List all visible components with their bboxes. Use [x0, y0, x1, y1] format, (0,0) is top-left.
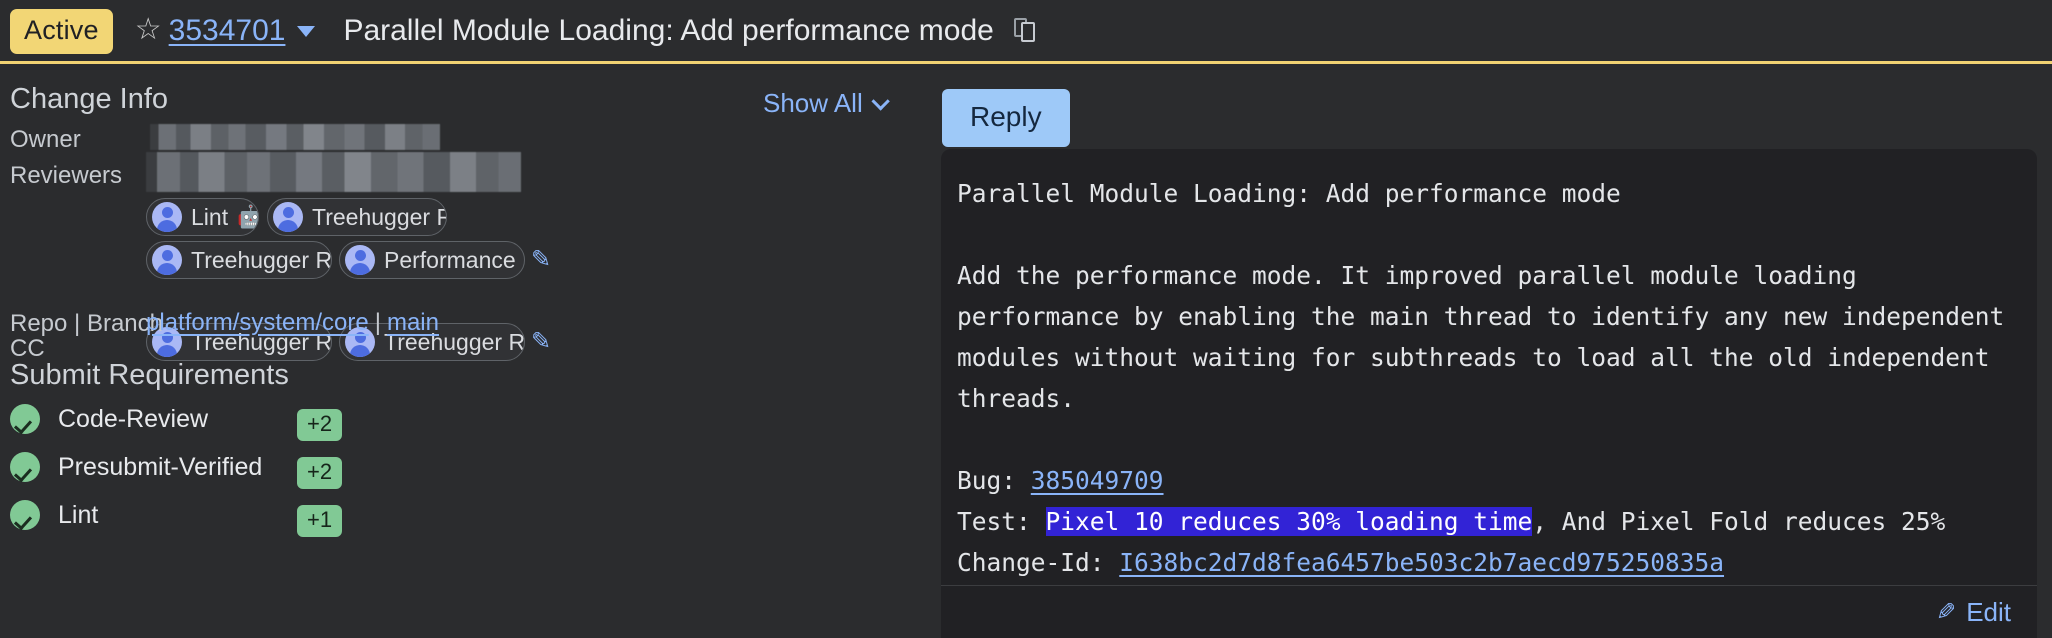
change-header: Active ☆ 3534701 Parallel Module Loading… [0, 0, 2052, 62]
show-all-toggle[interactable]: Show All [763, 88, 890, 119]
repo-link[interactable]: platform/system/core [146, 309, 369, 336]
chevron-down-icon [871, 92, 890, 111]
avatar [152, 245, 182, 275]
test-remaining-text: , And Pixel Fold reduces 25% [1532, 507, 1946, 536]
submit-requirement-name: Lint [58, 500, 99, 529]
change-info-title: Change Info [10, 83, 169, 115]
submit-requirement-row[interactable]: Code-Review [10, 404, 208, 434]
check-circle-icon [10, 500, 40, 530]
commit-message-footer: ✎ Edit [941, 585, 2037, 638]
commit-body-line-1: Add the performance mode. It improved pa… [957, 261, 1857, 290]
submit-requirement-name: Presubmit-Verified [58, 452, 263, 481]
reviewer-chip-label: Treehugger R... [191, 246, 332, 273]
repo-branch-separator: | [374, 309, 381, 336]
change-detail-page: Active ☆ 3534701 Parallel Module Loading… [0, 0, 2052, 638]
show-all-label: Show All [763, 88, 863, 118]
reviewers-value-redacted [146, 152, 521, 192]
avatar [345, 245, 375, 275]
avatar [273, 202, 303, 232]
commit-body-line-4: threads. [957, 384, 1076, 413]
check-circle-icon [10, 404, 40, 434]
status-badge[interactable]: Active [10, 8, 113, 54]
bug-link[interactable]: 385049709 [1031, 466, 1164, 495]
change-id-link[interactable]: I638bc2d7d8fea6457be503c2b7aecd975250835… [1119, 548, 1724, 577]
commit-body-line-3: modules without waiting for subthreads t… [957, 343, 1990, 372]
avatar [152, 202, 182, 232]
change-info-panel: Change Info Show All Owner Reviewers Lin… [0, 64, 890, 638]
reviewer-chip-label: Performance ... [384, 246, 524, 273]
edit-commit-message-link[interactable]: Edit [1966, 597, 2011, 628]
commit-subject: Parallel Module Loading: Add performance… [957, 179, 1621, 208]
bug-label: Bug: [957, 466, 1031, 495]
test-label: Test: [957, 507, 1046, 536]
branch-link[interactable]: main [387, 309, 439, 336]
submit-requirement-score: +2 [297, 409, 343, 441]
robot-icon: 🤖 [237, 204, 258, 230]
star-outline-icon[interactable]: ☆ [135, 15, 162, 45]
repo-branch-label: Repo | Branch [10, 310, 163, 337]
submit-requirement-name: Code-Review [58, 404, 209, 433]
pencil-icon[interactable]: ✎ [1936, 598, 1956, 627]
check-circle-icon [10, 452, 40, 482]
commit-message-panel: Parallel Module Loading: Add performance… [941, 149, 2037, 638]
reviewer-chip-treehugger-2[interactable]: Treehugger R... [146, 241, 332, 279]
commit-message-text: Parallel Module Loading: Add performance… [957, 173, 2027, 624]
chevron-down-icon[interactable] [297, 25, 316, 37]
owner-value-redacted [150, 124, 440, 150]
test-selected-text: Pixel 10 reduces 30% loading time [1045, 507, 1533, 536]
owner-label: Owner [10, 126, 81, 153]
copy-icon-front [1020, 22, 1035, 42]
commit-body-line-2: performance by enabling the main thread … [957, 302, 2005, 331]
reviewer-chip-lint[interactable]: Lint 🤖 [146, 198, 259, 236]
reviewer-chip-label: Treehugger R... [312, 203, 446, 230]
edit-reviewers-pencil-icon[interactable]: ✎ [531, 247, 557, 273]
reviewer-chip-performance[interactable]: Performance ... [339, 241, 525, 279]
submit-requirements-title: Submit Requirements [10, 359, 289, 391]
reviewer-chip-treehugger-1[interactable]: Treehugger R... [267, 198, 447, 236]
page-title: Parallel Module Loading: Add performance… [343, 14, 994, 47]
change-id-label: Change-Id: [957, 548, 1120, 577]
reviewer-chip-label: Lint [191, 203, 229, 230]
edit-cc-pencil-icon[interactable]: ✎ [531, 329, 557, 355]
submit-requirement-row[interactable]: Presubmit-Verified [10, 452, 262, 482]
reviewers-label: Reviewers [10, 162, 123, 189]
submit-requirement-score: +1 [297, 505, 343, 537]
change-number-link[interactable]: 3534701 [169, 14, 286, 48]
repo-branch-links: platform/system/core | main [146, 309, 439, 337]
submit-requirement-score: +2 [297, 457, 343, 489]
reply-button[interactable]: Reply [942, 89, 1070, 147]
copy-icon[interactable] [1013, 18, 1038, 44]
submit-requirement-row[interactable]: Lint [10, 500, 98, 530]
